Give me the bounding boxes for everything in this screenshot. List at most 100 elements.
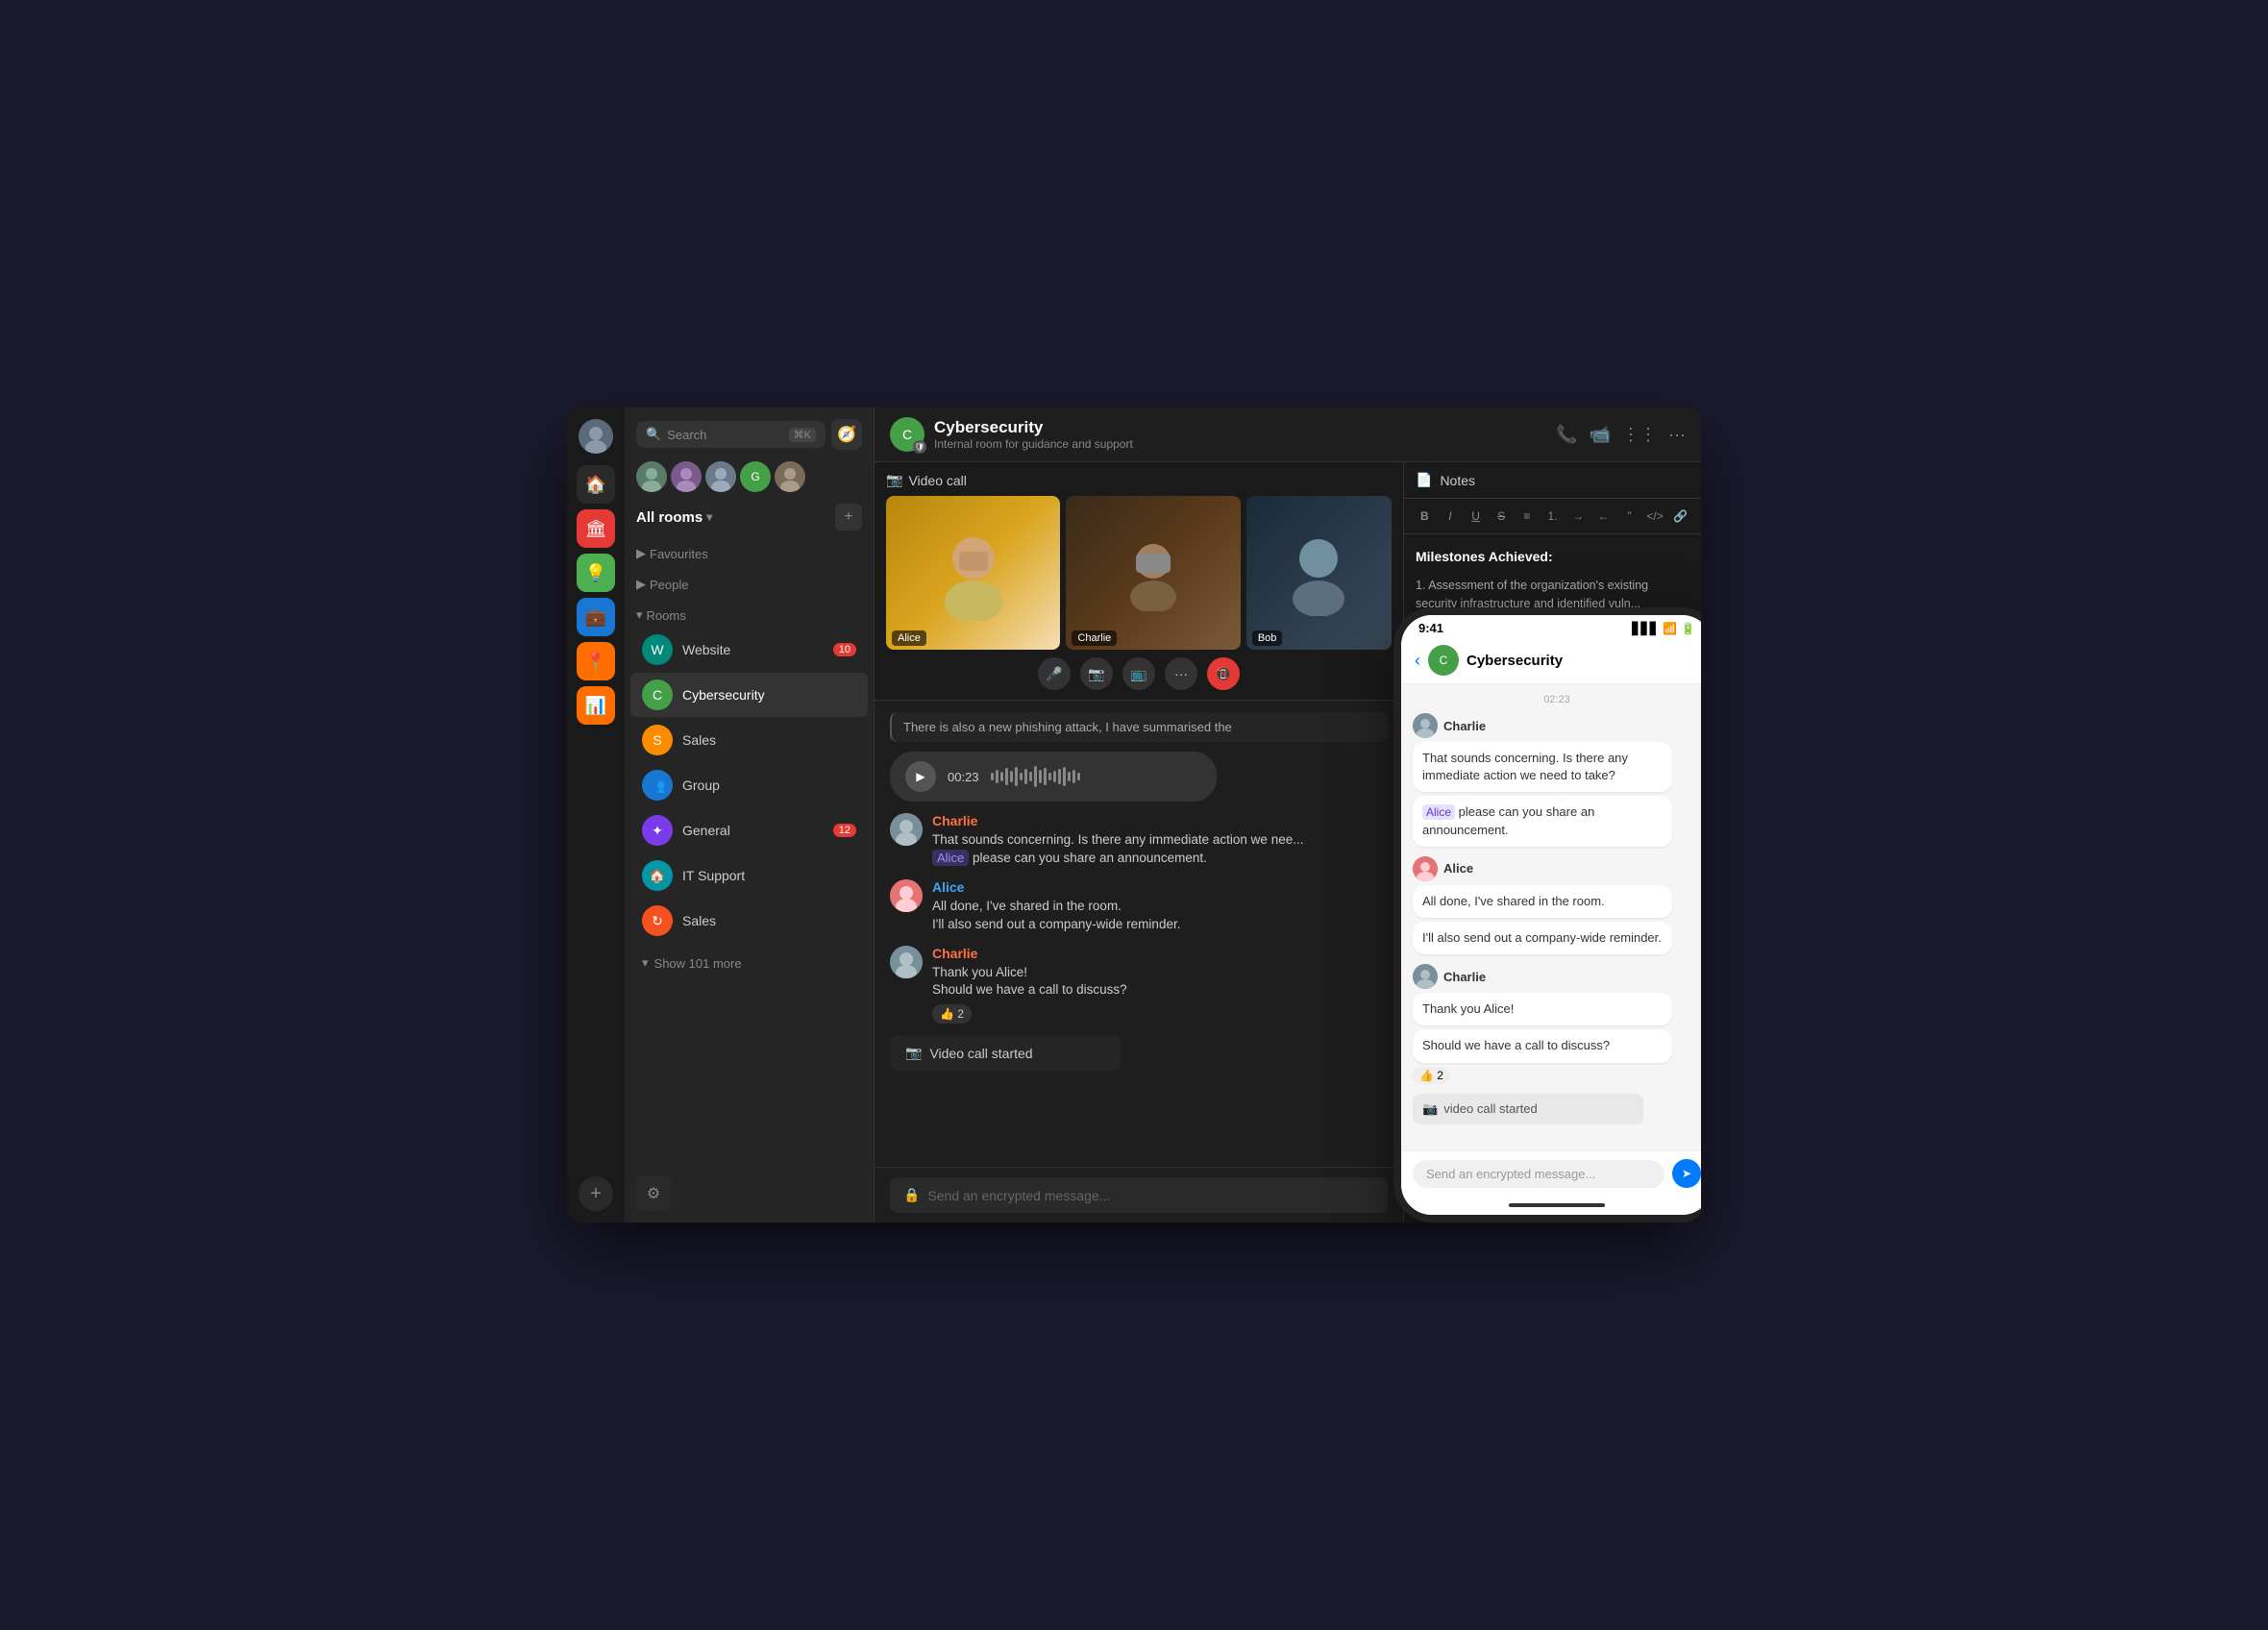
all-rooms-title[interactable]: All rooms ▾	[636, 509, 712, 526]
sidebar-bottom: ⚙	[625, 1165, 874, 1222]
rooms-section: ▾ Rooms W Website 10 C Cybersecurity S S…	[625, 600, 874, 948]
sidebar-item-cybersecurity[interactable]: C Cybersecurity	[630, 673, 868, 717]
chat-input-box[interactable]: 🔒 Send an encrypted message...	[890, 1177, 1388, 1213]
rooms-header[interactable]: ▾ Rooms	[625, 604, 874, 627]
avatar-4: G	[740, 461, 771, 492]
people-section: ▶ People	[625, 569, 874, 600]
wave-bar	[1039, 770, 1042, 783]
settings-button[interactable]: ⚙	[636, 1176, 671, 1211]
wave-bar	[1072, 770, 1075, 783]
cybersecurity-room-icon: C	[642, 679, 673, 710]
add-room-button[interactable]: +	[835, 504, 862, 531]
favourites-header[interactable]: ▶ Favourites	[625, 542, 874, 565]
cybersecurity-room-name: Cybersecurity	[682, 687, 856, 703]
chat-subtitle: Internal room for guidance and support	[934, 437, 1133, 451]
play-audio-button[interactable]: ▶	[905, 761, 936, 792]
underline-button[interactable]: U	[1465, 505, 1487, 528]
compass-button[interactable]: 🧭	[831, 419, 862, 450]
video-call-started-icon: 📷	[905, 1045, 922, 1061]
search-label: Search	[667, 428, 706, 442]
charlie-author-2: Charlie	[932, 946, 1388, 961]
sales2-room-name: Sales	[682, 913, 856, 928]
avatar-3	[705, 461, 736, 492]
italic-button[interactable]: I	[1440, 505, 1462, 528]
bob-video-person	[1246, 496, 1392, 650]
mobile-send-button[interactable]: ➤	[1672, 1159, 1701, 1188]
people-label: People	[650, 578, 688, 592]
screen-share-button[interactable]: 📺	[1122, 657, 1155, 690]
video-icon[interactable]: 📹	[1590, 425, 1611, 445]
mobile-messages-area[interactable]: 02:23 Charlie That sounds concerning. Is…	[1401, 684, 1701, 1150]
end-call-button[interactable]: 📵	[1207, 657, 1240, 690]
website-room-icon: W	[642, 634, 673, 665]
sidebar-item-sales-1[interactable]: S Sales	[630, 718, 868, 762]
list-button[interactable]: ≡	[1516, 505, 1539, 528]
add-workspace-button[interactable]: +	[579, 1176, 613, 1211]
mobile-vc-text: video call started	[1443, 1101, 1538, 1116]
home-icon-btn[interactable]: 🏠	[577, 465, 615, 504]
toggle-camera-button[interactable]: 📷	[1080, 657, 1113, 690]
mobile-back-button[interactable]: ‹	[1415, 651, 1420, 671]
link-button[interactable]: 🔗	[1669, 505, 1691, 528]
wifi-icon: 📶	[1663, 622, 1677, 635]
chat-title: Cybersecurity	[934, 418, 1133, 437]
quote-button[interactable]: "	[1618, 505, 1640, 528]
favourites-section: ▶ Favourites	[625, 538, 874, 569]
briefcase-icon-btn[interactable]: 💼	[577, 598, 615, 636]
bank-icon-btn[interactable]: 🏛	[577, 509, 615, 548]
mobile-charlie-name-2: Charlie	[1443, 970, 1486, 984]
sidebar-item-group[interactable]: 👥 Group	[630, 763, 868, 807]
bob-label: Bob	[1252, 630, 1283, 646]
wave-bar	[1044, 768, 1047, 785]
more-options-icon[interactable]: ···	[1668, 425, 1686, 445]
charlie-msg-content-2: Charlie Thank you Alice! Should we have …	[932, 946, 1388, 1025]
mobile-msg-charlie-2: Charlie Thank you Alice! Should we have …	[1413, 964, 1701, 1083]
mobile-home-bar	[1401, 1196, 1701, 1215]
battery-icon: 🔋	[1681, 622, 1695, 635]
apps-icon[interactable]: ⋮⋮	[1622, 425, 1657, 445]
phone-icon[interactable]: 📞	[1556, 425, 1577, 445]
favourites-chevron-icon: ▶	[636, 546, 646, 561]
more-video-options-button[interactable]: ···	[1165, 657, 1197, 690]
wave-bar	[991, 773, 994, 780]
indent-button[interactable]: →	[1567, 505, 1590, 528]
sidebar-item-general[interactable]: ✦ General 12	[630, 808, 868, 852]
wave-bar	[1020, 773, 1023, 780]
mobile-header: ‹ C Cybersecurity	[1401, 639, 1701, 684]
alice-text-1: All done, I've shared in the room. I'll …	[932, 898, 1388, 934]
sales2-room-icon: ↻	[642, 905, 673, 936]
ordered-list-button[interactable]: 1.	[1541, 505, 1564, 528]
bulb-icon-btn[interactable]: 💡	[577, 554, 615, 592]
thumbs-up-reaction[interactable]: 👍 2	[932, 1004, 972, 1024]
mobile-status-bar: 9:41 ▋▋▋ 📶 🔋	[1401, 615, 1701, 639]
alice-author-1: Alice	[932, 879, 1388, 895]
bold-button[interactable]: B	[1414, 505, 1436, 528]
sidebar-item-it-support[interactable]: 🏠 IT Support	[630, 853, 868, 898]
avatar-1	[636, 461, 667, 492]
message-charlie-1: Charlie That sounds concerning. Is there…	[890, 813, 1388, 868]
alice-msg-content-1: Alice All done, I've shared in the room.…	[932, 879, 1388, 934]
show-more-rooms[interactable]: ▾ Show 101 more	[630, 950, 868, 976]
strikethrough-button[interactable]: S	[1491, 505, 1513, 528]
user-avatar[interactable]	[579, 419, 613, 454]
sidebar-item-website[interactable]: W Website 10	[630, 628, 868, 672]
video-controls: 🎤 📷 📺 ··· 📵	[886, 657, 1392, 690]
video-tile-bob: Bob	[1246, 496, 1392, 650]
people-header[interactable]: ▶ People	[625, 573, 874, 596]
search-box[interactable]: 🔍 Search ⌘K	[636, 421, 826, 448]
show-more-chevron-icon: ▾	[642, 955, 649, 971]
location-icon-btn[interactable]: 📍	[577, 642, 615, 680]
video-panel-header: 📷 Video call	[886, 472, 1392, 488]
alice-avatar-1	[890, 879, 923, 912]
chart-icon-btn[interactable]: 📊	[577, 686, 615, 725]
dropdown-icon: ▾	[706, 510, 712, 524]
mobile-thumbs-reaction[interactable]: 👍 2	[1413, 1067, 1450, 1084]
app-container: 🏠 🏛 💡 💼 📍 📊 + 🔍 Search ⌘K 🧭	[567, 408, 1701, 1222]
code-button[interactable]: </>	[1644, 505, 1666, 528]
mobile-chat-input[interactable]: Send an encrypted message...	[1413, 1160, 1664, 1188]
mute-mic-button[interactable]: 🎤	[1038, 657, 1071, 690]
group-room-name: Group	[682, 778, 856, 793]
sidebar-item-sales-2[interactable]: ↻ Sales	[630, 899, 868, 943]
outdent-button[interactable]: ←	[1592, 505, 1615, 528]
messages-scroll[interactable]: There is also a new phishing attack, I h…	[875, 701, 1403, 1167]
